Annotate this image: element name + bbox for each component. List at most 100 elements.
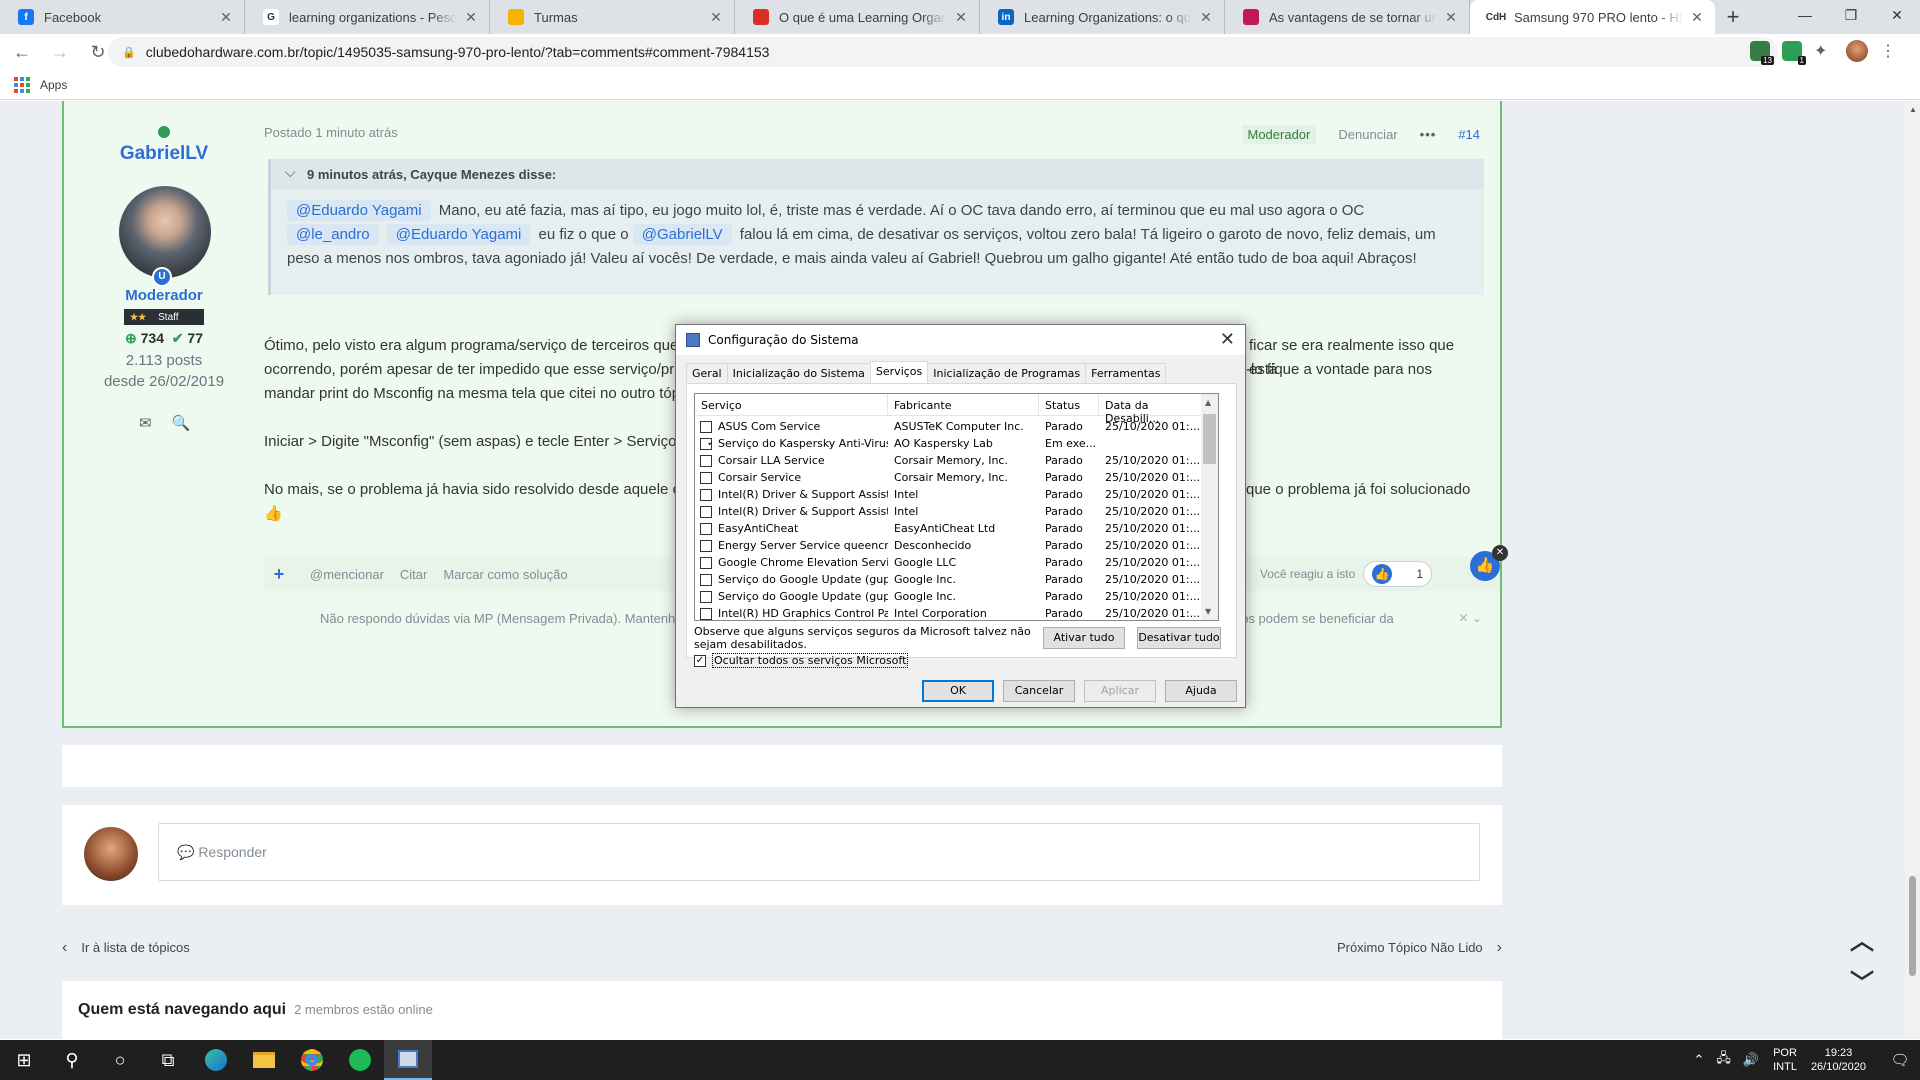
forward-arrow-icon[interactable]: →	[44, 36, 76, 68]
table-scrollbar[interactable]: ▲ ▼	[1201, 394, 1218, 620]
close-window-icon[interactable]: ✕	[1874, 0, 1920, 30]
volume-icon[interactable]: 🔊	[1743, 1052, 1759, 1068]
col-status[interactable]: Status	[1039, 394, 1099, 415]
close-tab-icon[interactable]: ✕	[218, 9, 234, 26]
table-row[interactable]: Serviço do Google Update (gupd... Google …	[695, 588, 1203, 605]
address-bar[interactable]: 🔒 clubedohardware.com.br/topic/1495035-s…	[108, 37, 1778, 67]
clock[interactable]: 19:23 26/10/2020	[1811, 1046, 1866, 1074]
scroll-up-chevron-icon[interactable]: ︿	[1850, 921, 1874, 956]
cortana-icon[interactable]: ○	[96, 1040, 144, 1080]
reaction-count-pill[interactable]: 👍 1	[1363, 561, 1432, 587]
table-row[interactable]: Intel(R) Driver & Support Assist... Intel…	[695, 503, 1203, 520]
table-row[interactable]: Intel(R) Driver & Support Assistant Intel…	[695, 486, 1203, 503]
chevron-up-icon[interactable]: ⌃	[1694, 1052, 1705, 1068]
spotify-icon[interactable]	[336, 1040, 384, 1080]
col-manufacturer[interactable]: Fabricante	[888, 394, 1039, 415]
close-icon[interactable]: ✕	[1220, 329, 1235, 350]
chrome-icon[interactable]	[288, 1040, 336, 1080]
tab-tools[interactable]: Ferramentas	[1085, 363, 1167, 385]
apply-button[interactable]: Aplicar	[1084, 680, 1156, 702]
minimize-icon[interactable]: —	[1782, 0, 1828, 30]
checkbox[interactable]	[700, 573, 712, 586]
checkbox[interactable]	[700, 539, 712, 552]
react-button[interactable]: 👍 ✕	[1470, 545, 1508, 581]
checkbox[interactable]: ✓	[700, 437, 712, 450]
ok-button[interactable]: OK	[922, 680, 994, 702]
table-row[interactable]: Energy Server Service queencreek Desconhe…	[695, 537, 1203, 554]
quote-button[interactable]: Citar	[400, 567, 427, 582]
browser-tab[interactable]: CdH Samsung 970 PRO lento - HDs (discos) ✕	[1470, 0, 1715, 34]
checkbox[interactable]	[700, 420, 712, 433]
apps-bookmark[interactable]: Apps	[40, 78, 67, 92]
extension-icon[interactable]: 13	[1750, 41, 1774, 65]
reply-input[interactable]: 💬 Responder	[158, 823, 1480, 881]
browser-tab[interactable]: Glearning organizations - Pesquisa Googl…	[245, 0, 490, 34]
browser-tab[interactable]: Turmas ✕	[490, 0, 735, 34]
search-icon[interactable]: 🔍	[172, 414, 191, 432]
col-disabled-date[interactable]: Data da Desabili...	[1099, 394, 1203, 425]
mention-link[interactable]: @Eduardo Yagami	[287, 200, 431, 221]
close-tab-icon[interactable]: ✕	[1198, 9, 1214, 26]
mention-link[interactable]: @le_andro	[287, 224, 379, 245]
back-to-topics-link[interactable]: ‹ Ir à lista de tópicos	[62, 939, 190, 957]
scroll-up-icon[interactable]: ▲	[1205, 398, 1211, 407]
help-button[interactable]: Ajuda	[1165, 680, 1237, 702]
checkbox[interactable]	[700, 607, 712, 620]
extension-icon[interactable]: 1	[1782, 41, 1806, 65]
checkbox[interactable]	[700, 488, 712, 501]
edge-icon[interactable]	[192, 1040, 240, 1080]
signature-hide-icon[interactable]: ✕ ⌄	[1459, 611, 1482, 625]
post-number[interactable]: #14	[1458, 127, 1480, 142]
table-row[interactable]: Serviço do Google Update (gupd... Google …	[695, 571, 1203, 588]
remove-reaction-icon[interactable]: ✕	[1492, 545, 1508, 561]
report-link[interactable]: Denunciar	[1338, 127, 1397, 142]
windows-start-icon[interactable]: ⊞	[0, 1040, 48, 1080]
notifications-icon[interactable]: 🗨	[1880, 1051, 1920, 1069]
table-row[interactable]: Corsair LLA Service Corsair Memory, Inc. P…	[695, 452, 1203, 469]
author-avatar[interactable]	[119, 186, 211, 278]
profile-avatar[interactable]	[1846, 40, 1868, 62]
page-scrollbar[interactable]: ▲	[1905, 101, 1920, 1039]
puzzle-extensions-icon[interactable]: ✦	[1814, 41, 1834, 61]
enable-all-button[interactable]: Ativar tudo	[1043, 627, 1125, 649]
close-tab-icon[interactable]: ✕	[1689, 9, 1705, 26]
table-row[interactable]: ASUS Com Service ASUSTeK Computer Inc. Par…	[695, 418, 1203, 435]
cancel-button[interactable]: Cancelar	[1003, 680, 1075, 702]
close-tab-icon[interactable]: ✕	[463, 9, 479, 26]
scrollbar-thumb[interactable]	[1909, 876, 1916, 976]
post-timestamp[interactable]: Postado 1 minuto atrás	[264, 125, 398, 140]
next-unread-link[interactable]: Próximo Tópico Não Lido ›	[1337, 939, 1502, 957]
back-arrow-icon[interactable]: ←	[6, 36, 38, 68]
scrollbar-thumb[interactable]	[1203, 414, 1216, 464]
network-icon[interactable]: 🖧	[1716, 1049, 1731, 1071]
checkbox[interactable]	[700, 505, 712, 518]
quote-header[interactable]: 9 minutos atrás, Cayque Menezes disse:	[271, 159, 1484, 189]
scroll-arrow-up-icon[interactable]: ▲	[1909, 105, 1917, 114]
checkbox[interactable]	[700, 454, 712, 467]
browser-tab[interactable]: As vantagens de se tornar uma Learning ✕	[1225, 0, 1470, 34]
checkbox[interactable]: ✓	[694, 654, 706, 667]
author-name[interactable]: GabrielLV	[64, 143, 264, 165]
task-view-icon[interactable]: ⧉	[144, 1040, 192, 1080]
file-explorer-icon[interactable]	[240, 1040, 288, 1080]
table-row[interactable]: Intel(R) HD Graphics Control Pa... Intel …	[695, 605, 1203, 620]
tab-services[interactable]: Serviços	[869, 361, 929, 383]
tab-startup[interactable]: Inicialização de Programas	[927, 363, 1087, 385]
mark-solution-button[interactable]: Marcar como solução	[443, 567, 567, 582]
checkbox[interactable]	[700, 590, 712, 603]
new-tab-button[interactable]: +	[1715, 0, 1751, 34]
more-options-icon[interactable]: •••	[1420, 127, 1437, 142]
apps-grid-icon[interactable]	[14, 76, 30, 93]
browser-tab[interactable]: f Facebook ✕	[0, 0, 245, 34]
msconfig-taskbar-icon[interactable]	[384, 1040, 432, 1080]
close-tab-icon[interactable]: ✕	[953, 9, 969, 26]
search-icon[interactable]: ⚲	[48, 1040, 96, 1080]
tab-general[interactable]: Geral	[686, 363, 728, 385]
col-service[interactable]: Serviço	[695, 394, 888, 415]
scroll-down-icon[interactable]: ▼	[1205, 607, 1211, 616]
close-tab-icon[interactable]: ✕	[1443, 9, 1459, 26]
plus-icon[interactable]: +	[264, 564, 294, 585]
restore-icon[interactable]: ❐	[1828, 0, 1874, 30]
table-row[interactable]: Google Chrome Elevation Service Google LL…	[695, 554, 1203, 571]
checkbox[interactable]	[700, 522, 712, 535]
